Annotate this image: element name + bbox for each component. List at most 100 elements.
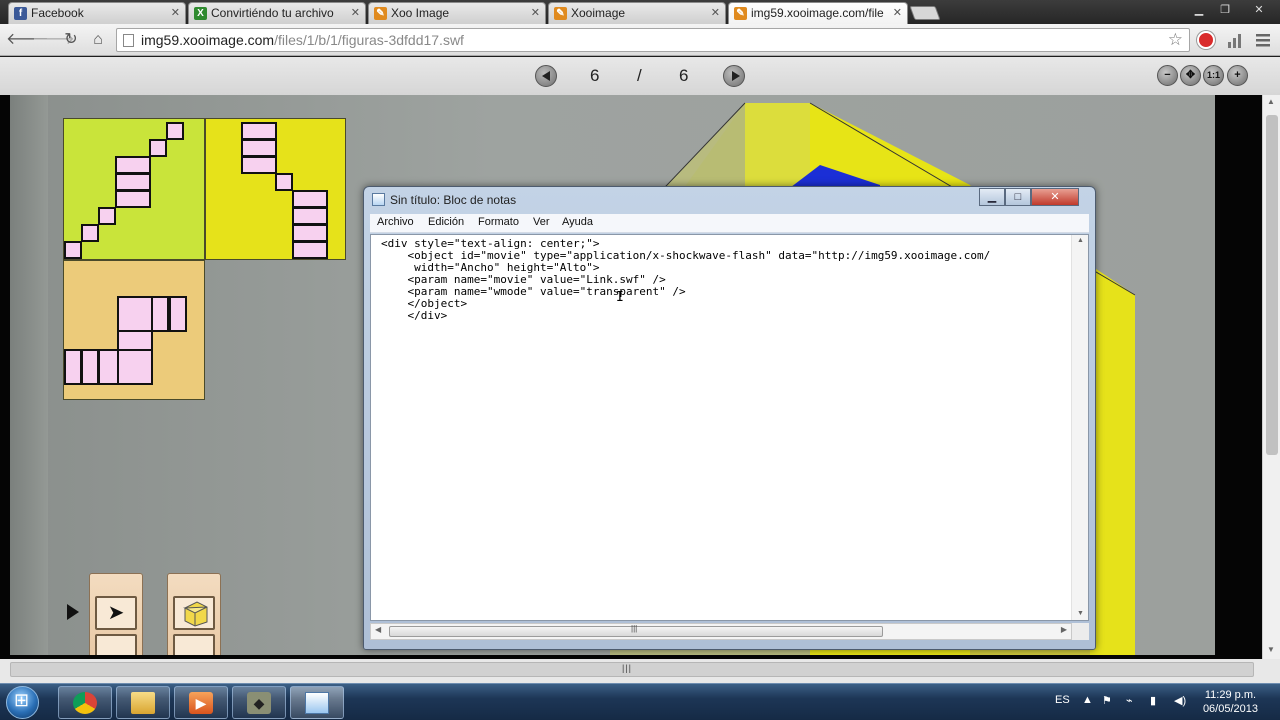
select-tool-icon[interactable]: ➤ xyxy=(95,596,137,630)
close-icon[interactable]: ✕ xyxy=(893,6,902,19)
xooimage-icon: ✎ xyxy=(554,7,567,20)
scroll-left-icon[interactable]: ◀ xyxy=(375,625,381,634)
language-indicator[interactable]: ES xyxy=(1055,694,1070,706)
zoom-out-button[interactable]: − xyxy=(1157,65,1178,86)
notepad-minimize-button[interactable]: ▁ xyxy=(979,188,1005,206)
media-player-icon: ▶ xyxy=(189,692,213,714)
tab-title: Convirtiéndo tu archivo xyxy=(211,6,334,20)
close-window-icon[interactable]: ✕ xyxy=(1242,2,1276,18)
facebook-icon: f xyxy=(14,7,27,20)
tab-title: Facebook xyxy=(31,6,84,20)
tab-active-swf[interactable]: ✎ img59.xooimage.com/file ✕ xyxy=(728,2,908,24)
volume-icon[interactable]: ◀) xyxy=(1174,694,1186,707)
cube-tool-icon[interactable] xyxy=(173,596,215,630)
notepad-horizontal-scrollbar[interactable]: ◀ ||| ▶ xyxy=(370,623,1072,640)
tab-xoo-image[interactable]: ✎ Xoo Image ✕ xyxy=(368,2,546,24)
code-line: </div> xyxy=(381,309,448,322)
prism-tool-icon[interactable] xyxy=(173,634,215,655)
menu-ver[interactable]: Ver xyxy=(533,216,550,228)
scroll-down-icon[interactable]: ▼ xyxy=(1267,645,1275,654)
tab-title: Xoo Image xyxy=(391,6,450,20)
toolbox-column-right xyxy=(167,573,221,655)
clock-date: 06/05/2013 xyxy=(1202,703,1258,715)
notepad-window[interactable]: Sin título: Bloc de notas ▁ □ ✕ Archivo … xyxy=(363,186,1096,650)
shape-tool-icon[interactable] xyxy=(95,634,137,655)
close-icon[interactable]: ✕ xyxy=(171,6,180,19)
adblock-icon[interactable] xyxy=(1197,31,1215,49)
next-page-button[interactable] xyxy=(723,65,745,87)
action-center-flag-icon[interactable]: ⚑ xyxy=(1102,694,1112,707)
minimize-icon[interactable]: ▁ xyxy=(1188,2,1210,18)
forward-icon[interactable]: 🡒 xyxy=(32,29,75,51)
folder-icon xyxy=(131,692,155,714)
tab-facebook[interactable]: f Facebook ✕ xyxy=(8,2,186,24)
scroll-right-icon[interactable]: ▶ xyxy=(1061,625,1067,634)
page-separator: / xyxy=(637,66,642,85)
url-text[interactable]: img59.xooimage.com/files/1/b/1/figuras-3… xyxy=(141,32,464,48)
signal-bars-icon[interactable] xyxy=(1226,31,1244,49)
menu-wrench-icon[interactable] xyxy=(1254,31,1272,49)
menu-archivo[interactable]: Archivo xyxy=(377,216,414,228)
chrome-icon xyxy=(73,692,97,714)
show-hidden-icons-icon[interactable]: ▲ xyxy=(1082,694,1093,706)
tab-title: Xooimage xyxy=(571,6,626,20)
system-clock[interactable]: 11:29 p.m. 06/05/2013 xyxy=(1203,688,1258,716)
tab-xooimage[interactable]: ✎ Xooimage ✕ xyxy=(548,2,726,24)
address-bar[interactable]: img59.xooimage.com/files/1/b/1/figuras-3… xyxy=(116,28,1190,52)
fit-screen-button[interactable]: ✥ xyxy=(1180,65,1201,86)
file-convert-icon: X xyxy=(194,7,207,20)
home-icon[interactable]: ⌂ xyxy=(87,29,109,51)
resize-grip[interactable] xyxy=(1072,623,1089,640)
menu-formato[interactable]: Formato xyxy=(478,216,519,228)
pointer-marker-icon xyxy=(67,604,79,620)
tab-title: img59.xooimage.com/file xyxy=(751,6,884,20)
actual-size-button[interactable]: 1:1 xyxy=(1203,65,1224,86)
page-vertical-scrollbar[interactable]: ▲ ▼ xyxy=(1262,95,1280,659)
close-icon[interactable]: ✕ xyxy=(531,6,540,19)
net-panel-tan[interactable] xyxy=(63,260,205,400)
new-tab-button[interactable] xyxy=(909,6,941,20)
back-icon[interactable]: 🡐 xyxy=(6,29,49,51)
start-button[interactable] xyxy=(6,686,39,719)
taskbar: ▶ ◆ ES ▲ ⚑ ⌁ ▮ ◀) 11:29 p.m. 06/05/2013 xyxy=(0,683,1280,720)
network-icon[interactable]: ▮ xyxy=(1150,694,1156,707)
notepad-maximize-button[interactable]: □ xyxy=(1005,188,1031,206)
bookmark-star-icon[interactable]: ☆ xyxy=(1168,30,1183,50)
zoom-in-button[interactable]: + xyxy=(1227,65,1248,86)
menu-edicion[interactable]: Edición xyxy=(428,216,464,228)
text-cursor-icon: I xyxy=(616,290,624,305)
notepad-close-button[interactable]: ✕ xyxy=(1031,188,1079,206)
reload-icon[interactable]: ↻ xyxy=(60,29,82,51)
scroll-up-icon[interactable]: ▲ xyxy=(1077,237,1084,244)
current-page: 6 xyxy=(590,66,600,85)
tab-convirtiendo[interactable]: X Convirtiéndo tu archivo ✕ xyxy=(188,2,366,24)
previous-page-button[interactable] xyxy=(535,65,557,87)
menu-ayuda[interactable]: Ayuda xyxy=(562,216,593,228)
power-plug-icon[interactable]: ⌁ xyxy=(1126,694,1133,707)
close-icon[interactable]: ✕ xyxy=(711,6,720,19)
notepad-vertical-scrollbar[interactable]: ▲ ▼ xyxy=(1071,235,1088,620)
notepad-taskbar-icon xyxy=(305,692,329,714)
browser-tab-strip: f Facebook ✕ X Convirtiéndo tu archivo ✕… xyxy=(0,0,1280,24)
taskbar-notepad[interactable] xyxy=(290,686,344,719)
scroll-up-icon[interactable]: ▲ xyxy=(1267,97,1275,106)
scroll-thumb[interactable] xyxy=(1266,115,1278,455)
taskbar-media[interactable]: ▶ xyxy=(174,686,228,719)
xooimage-icon: ✎ xyxy=(734,7,747,20)
taskbar-explorer[interactable] xyxy=(116,686,170,719)
notepad-text-area[interactable]: <div style="text-align: center;"> <objec… xyxy=(370,234,1089,621)
page-horizontal-scrollbar[interactable]: ||| xyxy=(0,659,1280,683)
total-pages: 6 xyxy=(679,66,689,85)
close-icon[interactable]: ✕ xyxy=(351,6,360,19)
notepad-menubar: Archivo Edición Formato Ver Ayuda xyxy=(370,214,1089,233)
restore-icon[interactable]: ❐ xyxy=(1214,2,1236,18)
grip-icon: ||| xyxy=(631,624,638,633)
notepad-title: Sin título: Bloc de notas xyxy=(390,193,517,207)
net-panel-lime[interactable] xyxy=(63,118,205,260)
net-panel-yellow[interactable] xyxy=(205,118,346,260)
xooimage-icon: ✎ xyxy=(374,7,387,20)
scroll-down-icon[interactable]: ▼ xyxy=(1077,610,1084,617)
taskbar-chrome[interactable] xyxy=(58,686,112,719)
swf-viewer-bar: 6 / 6 − ✥ 1:1 + xyxy=(0,57,1280,95)
taskbar-recorder[interactable]: ◆ xyxy=(232,686,286,719)
